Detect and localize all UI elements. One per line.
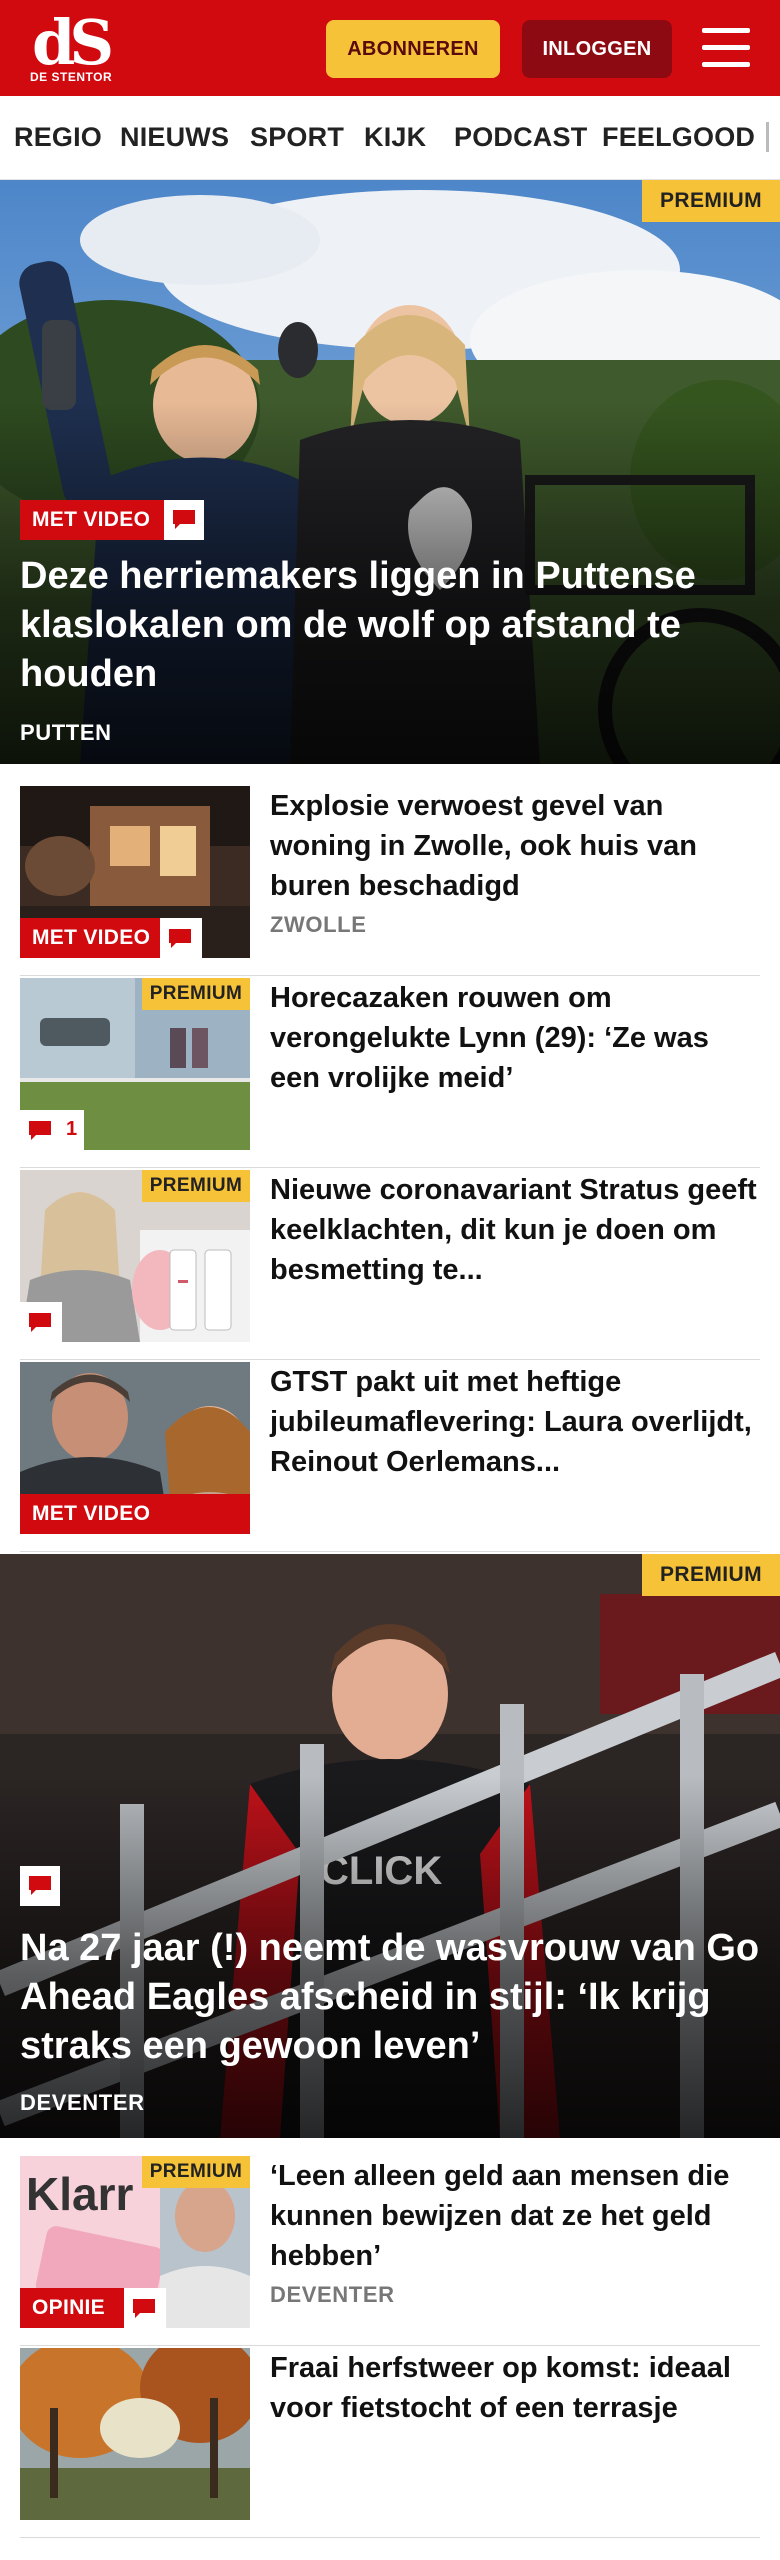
hero-location: PUTTEN xyxy=(20,720,112,745)
site-logo[interactable]: dS DE STENTOR xyxy=(26,12,122,86)
nav-item-sport[interactable]: SPORT xyxy=(250,122,344,153)
hero-title[interactable]: Na 27 jaar (!) neemt de wasvrouw van Go … xyxy=(20,1924,760,2071)
comment-count-box[interactable]: 1 xyxy=(20,1110,84,1150)
article-title[interactable]: Fraai herfstweer op komst: ideaal voor f… xyxy=(270,2348,760,2428)
article-thumbnail: MET VIDEO xyxy=(20,786,250,958)
hero-article-wolf[interactable]: PREMIUM MET VIDEO Deze herriemakers ligg… xyxy=(0,180,780,764)
hero-title[interactable]: Deze herriemakers liggen in Puttense kla… xyxy=(20,552,760,699)
subscribe-button[interactable]: ABONNEREN xyxy=(326,20,500,78)
comment-icon[interactable] xyxy=(164,500,204,540)
hamburger-menu-icon[interactable] xyxy=(700,26,752,70)
comment-icon[interactable] xyxy=(20,1866,60,1906)
article-thumbnail: PREMIUM 1 xyxy=(20,978,250,1150)
thumb-logo-text: Klarr xyxy=(26,2168,133,2220)
article-thumbnail: Klarr PREMIUM OPINIE xyxy=(20,2156,250,2328)
article-title[interactable]: ‘Leen alleen geld aan mensen die kunnen … xyxy=(270,2156,760,2276)
comment-icon xyxy=(29,1121,51,1140)
article-title[interactable]: Horecazaken rouwen om verongelukte Lynn … xyxy=(270,978,760,1098)
nav-item-nieuws[interactable]: NIEUWS xyxy=(120,122,229,153)
list-item[interactable]: Fraai herfstweer op komst: ideaal voor f… xyxy=(20,2348,760,2538)
nav-item-kijk[interactable]: KIJK xyxy=(364,122,426,153)
list-item[interactable]: MET VIDEO Explosie verwoest gevel van wo… xyxy=(20,786,760,976)
login-button[interactable]: INLOGGEN xyxy=(522,20,672,78)
comment-icon[interactable] xyxy=(124,2288,166,2328)
nav-item-regio[interactable]: REGIO xyxy=(14,122,102,153)
premium-badge: PREMIUM xyxy=(642,1554,780,1596)
list-item[interactable]: PREMIUM 1 Horecazaken rouwen om verongel… xyxy=(20,978,760,1168)
nav-item-feelgood[interactable]: FEELGOOD xyxy=(602,122,755,153)
logo-mark: dS xyxy=(32,6,114,79)
article-thumbnail: PREMIUM xyxy=(20,1170,250,1342)
premium-badge: PREMIUM xyxy=(142,978,250,1010)
opinion-badge: OPINIE xyxy=(20,2288,124,2328)
list-item[interactable]: PREMIUM Nieuwe coronavariant Stratus gee… xyxy=(20,1170,760,1360)
video-badge: MET VIDEO xyxy=(20,1494,250,1534)
article-location: ZWOLLE xyxy=(270,912,367,937)
article-title[interactable]: Nieuwe coronavariant Stratus geeft keelk… xyxy=(270,1170,760,1290)
article-location: DEVENTER xyxy=(270,2282,395,2307)
article-title[interactable]: GTST pakt uit met heftige jubileumafleve… xyxy=(270,1362,760,1482)
premium-badge: PREMIUM xyxy=(142,1170,250,1202)
comment-icon[interactable] xyxy=(20,1302,62,1342)
logo-name: DE STENTOR xyxy=(30,70,113,84)
hero-location: DEVENTER xyxy=(20,2090,145,2115)
site-header: dS DE STENTOR ABONNEREN INLOGGEN xyxy=(0,0,780,96)
section-nav: REGIO NIEUWS SPORT KIJK PODCAST FEELGOOD xyxy=(0,96,780,180)
thumb-image-autumn-park xyxy=(20,2348,250,2520)
article-thumbnail: MET VIDEO xyxy=(20,1362,250,1534)
nav-overflow-indicator xyxy=(766,122,769,152)
nav-item-podcast[interactable]: PODCAST xyxy=(454,122,587,153)
comment-count: 1 xyxy=(66,1118,78,1140)
premium-badge: PREMIUM xyxy=(142,2156,250,2188)
list-item[interactable]: Klarr PREMIUM OPINIE ‘Leen alleen geld a… xyxy=(20,2156,760,2346)
premium-badge: PREMIUM xyxy=(642,180,780,222)
article-thumbnail xyxy=(20,2348,250,2520)
comment-icon[interactable] xyxy=(160,918,202,958)
list-item[interactable]: MET VIDEO GTST pakt uit met heftige jubi… xyxy=(20,1362,760,1552)
article-title[interactable]: Explosie verwoest gevel van woning in Zw… xyxy=(270,786,760,906)
hero-article-go-ahead-eagles[interactable]: CLICK PREMIUM Na 27 jaar (!) neemt de wa… xyxy=(0,1554,780,2138)
